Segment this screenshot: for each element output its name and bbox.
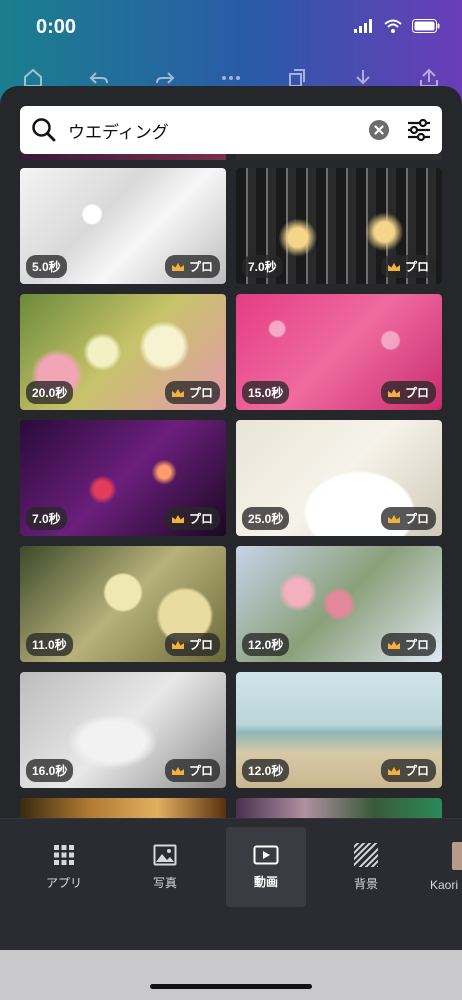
search-bar <box>20 106 442 154</box>
grid-top-edge <box>20 154 226 160</box>
video-tile[interactable]: 5.0秒 プロ <box>20 168 226 284</box>
tab-label: 写真 <box>152 875 177 890</box>
photo-icon <box>153 844 177 865</box>
home-indicator[interactable] <box>150 984 312 989</box>
tab-label: 動画 <box>253 874 278 889</box>
crown-icon <box>387 766 400 775</box>
video-tile[interactable]: 7.0秒 プロ <box>20 420 226 536</box>
duration-badge: 25.0秒 <box>242 507 290 530</box>
duration-badge: 16.0秒 <box>26 759 74 782</box>
pro-badge: プロ <box>164 507 220 530</box>
crown-icon <box>387 640 400 649</box>
video-tile[interactable]: 12.0秒 プロ <box>236 546 442 662</box>
pro-badge: プロ <box>164 255 220 278</box>
duration-badge: 20.0秒 <box>26 381 74 404</box>
apps-grid-icon <box>54 844 74 865</box>
pro-label: プロ <box>188 260 213 274</box>
duration-badge: 15.0秒 <box>242 381 290 404</box>
pro-label: プロ <box>188 764 213 778</box>
pro-badge: プロ <box>380 507 436 530</box>
pro-badge: プロ <box>164 633 220 656</box>
pro-label: プロ <box>188 386 213 400</box>
duration-badge: 7.0秒 <box>242 255 283 278</box>
duration-badge: 11.0秒 <box>26 633 73 656</box>
tab-videos[interactable]: 動画 <box>226 827 306 907</box>
crown-icon <box>171 262 184 271</box>
grid-top-edge <box>236 154 442 160</box>
pro-label: プロ <box>404 260 429 274</box>
background-stripes-icon <box>354 842 378 867</box>
filter-icon[interactable] <box>396 118 442 142</box>
video-tile[interactable]: 16.0秒 プロ <box>20 672 226 788</box>
video-tile[interactable]: 15.0秒 プロ <box>236 294 442 410</box>
status-bar: 0:00 <box>0 0 462 56</box>
pro-label: プロ <box>404 764 429 778</box>
media-sheet: 5.0秒プロ7.0秒プロ20.0秒プロ15.0秒プロ7.0秒プロ25.0秒プロ1… <box>0 86 462 826</box>
pro-badge: プロ <box>380 759 436 782</box>
pro-label: プロ <box>188 512 213 526</box>
crown-icon <box>171 514 184 523</box>
tab-label: アプリ <box>45 875 82 890</box>
duration-badge: 7.0秒 <box>26 507 67 530</box>
home-indicator-area <box>0 950 462 1000</box>
crown-icon <box>171 766 184 775</box>
duration-badge: 5.0秒 <box>26 255 67 278</box>
pro-badge: プロ <box>164 759 220 782</box>
crown-icon <box>171 388 184 397</box>
tab-apps[interactable]: アプリ <box>24 827 104 907</box>
pro-label: プロ <box>404 638 429 652</box>
pro-badge: プロ <box>164 381 220 404</box>
duration-badge: 12.0秒 <box>242 633 290 656</box>
tab-label: 背景 <box>353 876 378 891</box>
wifi-icon <box>384 19 402 33</box>
pro-badge: プロ <box>380 255 436 278</box>
pro-badge: プロ <box>380 381 436 404</box>
folder-thumbnail <box>452 842 462 870</box>
bottom-tab-bar: アプリ 写真 動画 背景 Kaori <box>0 818 462 950</box>
tab-photos[interactable]: 写真 <box>125 827 205 907</box>
video-tile[interactable]: 11.0秒 プロ <box>20 546 226 662</box>
search-icon <box>20 117 68 143</box>
video-tile[interactable]: 20.0秒 プロ <box>20 294 226 410</box>
tab-backgrounds[interactable]: 背景 <box>326 827 406 907</box>
clear-search-icon[interactable] <box>362 119 396 141</box>
duration-badge: 12.0秒 <box>242 759 290 782</box>
status-time: 0:00 <box>36 16 77 38</box>
screen: { "status_bar": { "time": "0:00" }, "sea… <box>0 0 462 1000</box>
crown-icon <box>387 262 400 271</box>
crown-icon <box>387 388 400 397</box>
pro-label: プロ <box>188 638 213 652</box>
video-icon <box>253 845 279 864</box>
pro-badge: プロ <box>380 633 436 656</box>
pro-label: プロ <box>404 512 429 526</box>
search-input[interactable] <box>68 120 362 140</box>
tab-label: Kaori <box>430 878 459 892</box>
tab-folder-kaori[interactable]: Kaori <box>418 827 462 907</box>
crown-icon <box>387 514 400 523</box>
crown-icon <box>171 640 184 649</box>
video-tile[interactable]: 25.0秒 プロ <box>236 420 442 536</box>
pro-label: プロ <box>404 386 429 400</box>
battery-icon <box>412 19 440 33</box>
cellular-signal-icon <box>354 19 372 33</box>
video-tile[interactable]: 12.0秒 プロ <box>236 672 442 788</box>
video-tile[interactable]: 7.0秒 プロ <box>236 168 442 284</box>
